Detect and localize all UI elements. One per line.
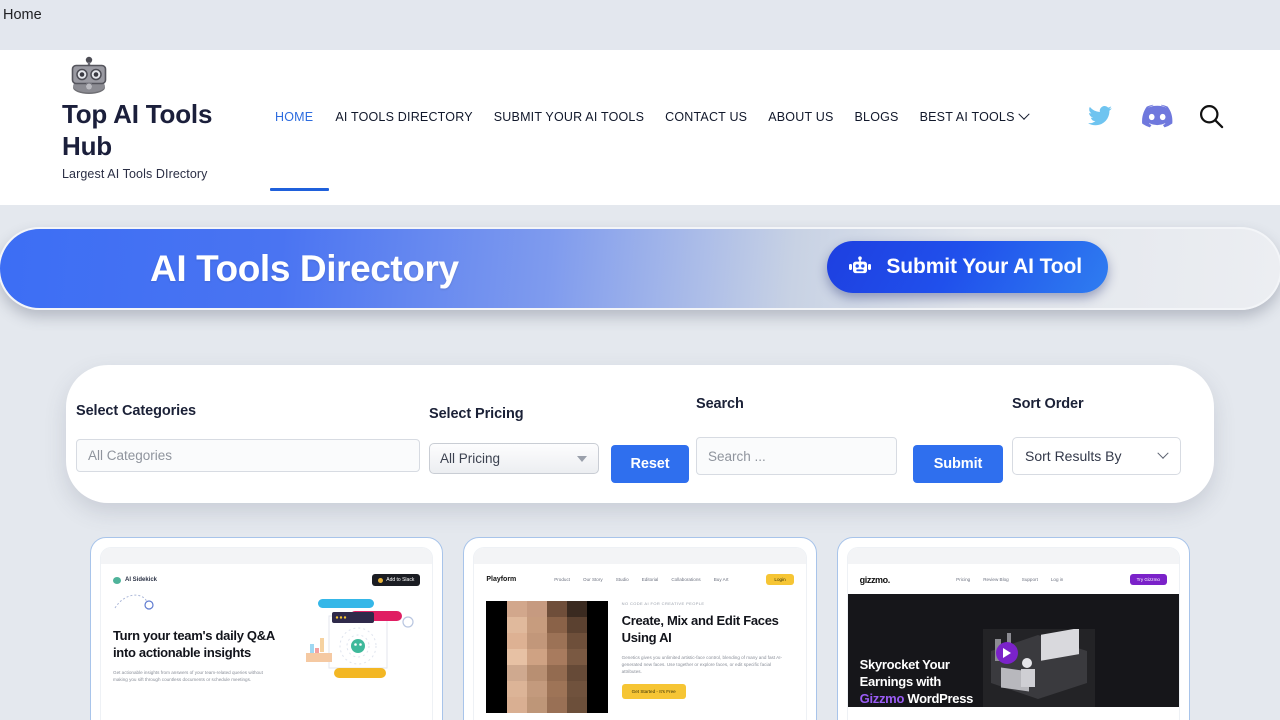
screenshot-login-button: Login: [766, 574, 794, 585]
search-icon[interactable]: [1197, 102, 1225, 130]
field-select-categories: Select Categories: [76, 403, 420, 472]
screenshot-brand-label: gizzmo.: [859, 574, 891, 585]
nav-item-best-ai-tools-label: BEST AI TOOLS: [919, 110, 1015, 124]
add-to-slack-label: Add to Slack: [386, 577, 415, 583]
screenshot-nav-editorial: Editorial: [641, 577, 659, 582]
nav-item-contact-us[interactable]: CONTACT US: [665, 110, 768, 124]
screenshot-browser-bar: [847, 548, 1179, 564]
screenshot-nav-support: Support: [1021, 577, 1038, 582]
nav-item-best-ai-tools[interactable]: BEST AI TOOLS: [919, 108, 1049, 124]
triangle-down-icon: [577, 455, 587, 462]
submit-filter-button[interactable]: Submit: [913, 445, 1003, 483]
twitter-icon[interactable]: [1085, 103, 1115, 129]
tool-card-playform[interactable]: Playform Product Our Story Studio Editor…: [463, 537, 817, 720]
screenshot-nav: Pricing Review Blog Support Log in: [956, 577, 1063, 582]
screenshot-cta-button: Try Gizzmo: [1129, 574, 1167, 585]
screenshot-content: gizzmo. Pricing Review Blog Support Log …: [847, 564, 1179, 707]
field-search: Search: [696, 396, 897, 475]
screenshot-nav: Product Our Story Studio Editorial Colla…: [554, 577, 728, 582]
decorative-swirl-icon: [114, 594, 154, 610]
screenshot-cta-button: Get Started - It's Free: [621, 684, 686, 699]
tool-card-grid: AI Sidekick Add to Slack Turn your team'…: [90, 537, 1190, 720]
brand-block[interactable]: Top AI Tools Hub Largest AI Tools DIrect…: [62, 56, 272, 181]
search-label: Search: [696, 396, 744, 412]
hero-title: AI Tools Directory: [150, 247, 459, 289]
screenshot-nav-our-story: Our Story: [583, 577, 603, 582]
screenshot-nav-collaborations: Collaborations: [671, 577, 701, 582]
reset-button[interactable]: Reset: [611, 445, 689, 483]
chevron-down-icon: [1017, 108, 1030, 120]
page-title-text: Home: [3, 7, 42, 23]
screenshot-nav-buy-art: Buy Art: [713, 577, 729, 582]
field-sort-order: Sort Order Sort Results By: [1012, 396, 1181, 475]
nav-item-submit-your-ai-tools[interactable]: SUBMIT YOUR AI TOOLS: [494, 110, 665, 124]
active-nav-underline: [270, 188, 329, 191]
nav-item-blogs[interactable]: BLOGS: [855, 110, 920, 124]
screenshot-heading-line1: Skyrocket Your: [859, 657, 950, 672]
screenshot-browser-bar: [474, 548, 806, 564]
pricing-select[interactable]: All Pricing: [429, 443, 599, 474]
screenshot-illustration: [983, 629, 1096, 707]
screenshot-heading: Turn your team's daily Q&A into actionab…: [113, 628, 275, 660]
screenshot-content: Playform Product Our Story Studio Editor…: [474, 564, 805, 720]
add-to-slack-badge: Add to Slack: [372, 574, 421, 586]
pricing-select-value: All Pricing: [440, 451, 501, 466]
main-navigation: HOME AI TOOLS DIRECTORY SUBMIT YOUR AI T…: [275, 108, 1049, 124]
screenshot-heading-accent: Gizzmo: [859, 691, 905, 706]
sort-order-label: Sort Order: [1012, 396, 1084, 412]
select-categories-label: Select Categories: [76, 403, 196, 419]
robot-icon: [849, 256, 872, 274]
card-screenshot: gizzmo. Pricing Review Blog Support Log …: [847, 548, 1179, 720]
leaf-icon: [113, 576, 121, 584]
screenshot-eyebrow: NO CODE AI FOR CREATIVE PEOPLE: [621, 601, 705, 606]
screenshot-nav-product: Product: [554, 577, 571, 582]
screenshot-brand-label: Playform: [486, 576, 517, 583]
screenshot-dark-hero: Skyrocket Your Earnings with Gizzmo Word…: [847, 594, 1179, 707]
screenshot-heading-line2: Earnings with: [859, 674, 942, 689]
face-grid-image: [486, 601, 608, 713]
nav-item-ai-tools-directory[interactable]: AI TOOLS DIRECTORY: [335, 110, 493, 124]
tool-card-ai-sidekick[interactable]: AI Sidekick Add to Slack Turn your team'…: [90, 537, 444, 720]
filter-panel: Select Categories Select Pricing All Pri…: [66, 365, 1214, 503]
chevron-down-icon: [1157, 447, 1169, 459]
submit-your-ai-tool-button[interactable]: Submit Your AI Tool: [827, 241, 1108, 293]
submit-button-label: Submit Your AI Tool: [886, 255, 1082, 278]
screenshot-nav-studio: Studio: [615, 577, 629, 582]
search-input[interactable]: [696, 437, 897, 475]
screenshot-paragraph: Genetics gives you unlimited artistic-fa…: [621, 655, 783, 674]
robot-head-icon: [71, 56, 107, 94]
card-screenshot: Playform Product Our Story Studio Editor…: [474, 548, 806, 720]
discord-icon[interactable]: [1139, 103, 1173, 130]
header-icon-group: [1085, 102, 1225, 130]
tool-card-gizzmo[interactable]: gizzmo. Pricing Review Blog Support Log …: [836, 537, 1190, 720]
nav-item-about-us[interactable]: ABOUT US: [768, 110, 854, 124]
play-icon: [995, 642, 1018, 664]
brand-tagline: Largest AI Tools DIrectory: [62, 167, 208, 181]
screenshot-content: AI Sidekick Add to Slack Turn your team'…: [101, 564, 432, 693]
browser-title-bar: Home: [0, 0, 1280, 50]
nav-item-home[interactable]: HOME: [275, 110, 335, 124]
categories-input[interactable]: [76, 439, 420, 472]
brand-title: Top AI Tools Hub: [62, 99, 213, 161]
hero-banner: AI Tools Directory Submit Your AI Tool: [0, 227, 1280, 310]
screenshot-illustration: [306, 599, 414, 678]
slack-icon: [378, 577, 384, 583]
sort-order-value: Sort Results By: [1025, 448, 1122, 464]
screenshot-heading: Create, Mix and Edit Faces Using AI: [621, 613, 779, 645]
sort-order-select[interactable]: Sort Results By: [1012, 437, 1181, 475]
screenshot-nav-log-in: Log in: [1050, 577, 1064, 582]
screenshot-nav-pricing: Pricing: [956, 577, 971, 582]
select-pricing-label: Select Pricing: [429, 406, 524, 422]
screenshot-paragraph: Get actionable insights from answers of …: [113, 670, 263, 682]
hero-section: AI Tools Directory Submit Your AI Tool: [0, 205, 1280, 315]
screenshot-browser-bar: [101, 548, 433, 564]
screenshot-heading-line3: WordPress: [904, 691, 974, 706]
filter-panel-zone: Select Categories Select Pricing All Pri…: [0, 315, 1280, 503]
screenshot-brand-label: AI Sidekick: [125, 577, 158, 583]
site-header: Top AI Tools Hub Largest AI Tools DIrect…: [0, 50, 1280, 205]
field-select-pricing: Select Pricing All Pricing: [429, 406, 599, 474]
card-screenshot: AI Sidekick Add to Slack Turn your team'…: [101, 548, 433, 720]
screenshot-brand: AI Sidekick: [113, 576, 158, 584]
screenshot-nav-review-blog: Review Blog: [983, 577, 1009, 582]
